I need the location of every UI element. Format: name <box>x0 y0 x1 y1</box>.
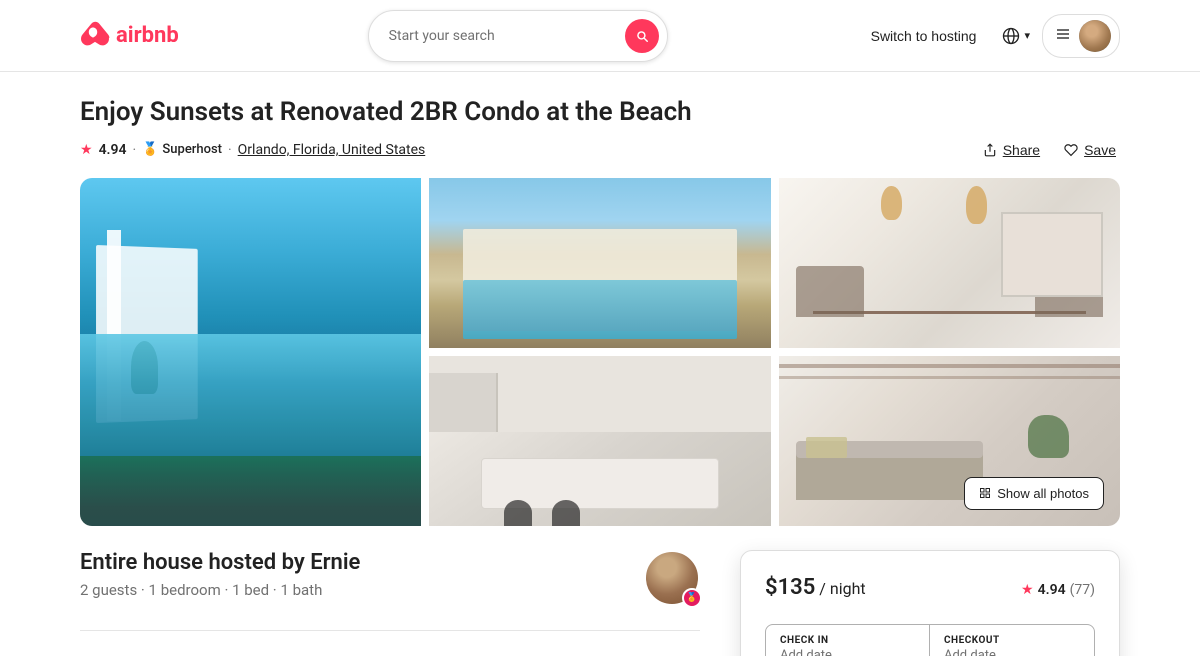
airbnb-logo-icon <box>80 16 110 55</box>
logo-text: airbnb <box>116 23 179 48</box>
globe-language-button[interactable]: ▾ <box>994 19 1038 53</box>
meta-left: ★ 4.94 · 🏅 Superhost · Orlando, Florida,… <box>80 142 425 158</box>
host-avatar-wrap[interactable]: 🏅 <box>644 550 700 606</box>
header-right: Switch to hosting ▾ <box>857 14 1120 58</box>
dot-separator-2: · <box>228 142 232 158</box>
booking-star-icon: ★ <box>1021 582 1034 598</box>
dot-separator-1: · <box>133 142 137 158</box>
price-rating-row: $135 / night ★ 4.94 (77) <box>765 575 1095 616</box>
rating-value: 4.94 <box>99 142 127 158</box>
photo-top-mid[interactable] <box>429 178 770 348</box>
price-row: $135 / night <box>765 575 866 600</box>
photo-bot-mid[interactable] <box>429 356 770 526</box>
checkout-cell[interactable]: CHECKOUT Add date <box>930 625 1094 656</box>
switch-hosting-button[interactable]: Switch to hosting <box>857 20 991 52</box>
location-link[interactable]: Orlando, Florida, United States <box>238 142 426 158</box>
checkin-grid: CHECK IN Add date CHECKOUT Add date <box>765 624 1095 656</box>
booking-review-count: (77) <box>1070 582 1095 598</box>
checkin-label: CHECK IN <box>780 635 915 646</box>
checkout-value: Add date <box>944 648 1080 656</box>
checkout-label: CHECKOUT <box>944 635 1080 646</box>
listing-meta: ★ 4.94 · 🏅 Superhost · Orlando, Florida,… <box>80 138 1120 162</box>
photo-grid: Show all photos <box>80 178 1120 526</box>
booking-rating-value: 4.94 <box>1038 582 1066 598</box>
checkin-value: Add date <box>780 648 915 656</box>
search-bar-text: Start your search <box>389 28 613 44</box>
host-superhost-badge: 🏅 <box>682 588 702 608</box>
booking-rating: ★ 4.94 (77) <box>1021 582 1095 598</box>
user-menu-button[interactable] <box>1042 14 1120 58</box>
host-info: Entire house hosted by Ernie 2 guests · … <box>80 550 360 599</box>
star-icon: ★ <box>80 142 93 158</box>
save-label: Save <box>1084 142 1116 158</box>
header: airbnb Start your search Switch to hosti… <box>0 0 1200 72</box>
search-button[interactable] <box>625 19 659 53</box>
chevron-down-icon: ▾ <box>1024 29 1030 42</box>
host-title: Entire house hosted by Ernie <box>80 550 360 575</box>
listing-details: Entire house hosted by Ernie 2 guests · … <box>80 550 700 656</box>
photo-main[interactable] <box>80 178 421 526</box>
photo-bot-right[interactable]: Show all photos <box>779 356 1120 526</box>
checkin-cell[interactable]: CHECK IN Add date <box>766 625 930 656</box>
superhost-badge: 🏅 Superhost <box>142 142 222 157</box>
logo[interactable]: airbnb <box>80 16 179 55</box>
listing-title: Enjoy Sunsets at Renovated 2BR Condo at … <box>80 96 1120 130</box>
host-section: Entire house hosted by Ernie 2 guests · … <box>80 550 700 631</box>
save-button[interactable]: Save <box>1060 138 1120 162</box>
avatar <box>1079 20 1111 52</box>
photo-top-right[interactable] <box>779 178 1120 348</box>
booking-card: $135 / night ★ 4.94 (77) CHECK IN Add da… <box>740 550 1120 656</box>
share-button[interactable]: Share <box>979 138 1044 162</box>
show-all-photos-label: Show all photos <box>997 486 1089 501</box>
show-all-photos-button[interactable]: Show all photos <box>964 477 1104 510</box>
superhost-medal-icon: 🏅 <box>142 142 158 157</box>
host-details: 2 guests · 1 bedroom · 1 bed · 1 bath <box>80 581 360 599</box>
search-bar[interactable]: Start your search <box>368 10 668 62</box>
bottom-section: Entire house hosted by Ernie 2 guests · … <box>80 550 1120 656</box>
main-content: Enjoy Sunsets at Renovated 2BR Condo at … <box>0 72 1200 656</box>
price-value: $135 <box>765 575 815 600</box>
avatar-image <box>1079 20 1111 52</box>
per-night-label: / night <box>819 579 865 598</box>
share-label: Share <box>1003 142 1040 158</box>
meta-right: Share Save <box>979 138 1120 162</box>
superhost-label: Superhost <box>162 142 222 157</box>
hamburger-icon <box>1055 26 1071 46</box>
